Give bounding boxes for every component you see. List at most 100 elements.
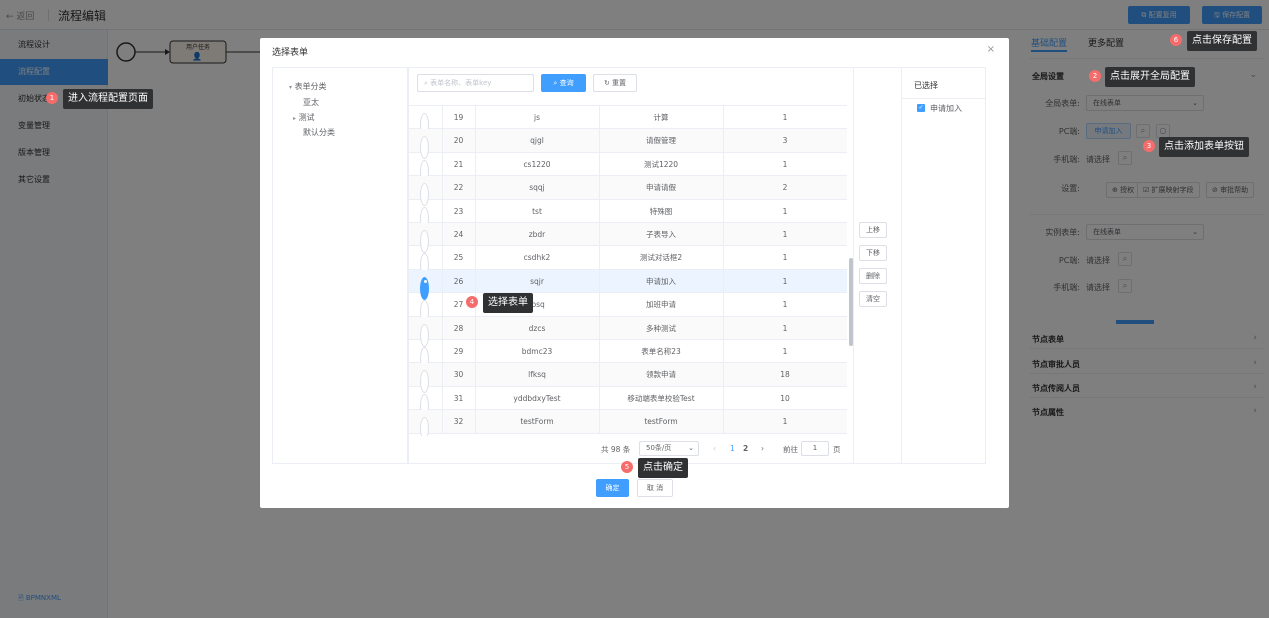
query-button[interactable]: ⌕ 查询 [541, 74, 586, 92]
goto-label: 前往 [783, 445, 798, 454]
row-index: 24 [453, 230, 464, 239]
confirm-button[interactable]: 确定 [596, 479, 629, 497]
selected-item: 申请加入 [930, 104, 962, 113]
step-badge-4: 4 [466, 296, 478, 308]
delete-button[interactable]: 删除 [859, 268, 887, 284]
row-form-name: 测试1220 [643, 159, 679, 169]
row-index: 22 [453, 183, 464, 193]
row-version-count: 2 [782, 183, 788, 193]
move-buttons: 上移 下移 删除 清空 [854, 67, 901, 464]
row-form-name: testForm [644, 417, 678, 427]
row-form-name: 请假管理 [646, 136, 676, 146]
row-form-name: 移动端表单校验Test [627, 393, 695, 403]
row-version-count: 1 [782, 206, 788, 216]
step-badge-2: 2 [1089, 70, 1101, 82]
step-tip-3: 点击添加表单按钮 [1159, 137, 1249, 157]
table-scrollbar[interactable] [849, 258, 853, 346]
row-form-key: yddbdxyTest [513, 393, 561, 403]
caret-down-icon: ▾ [289, 84, 293, 91]
close-icon[interactable]: × [987, 44, 995, 55]
step-tip-1: 进入流程配置页面 [63, 89, 153, 109]
search-icon: ⌕ [424, 79, 428, 87]
row-form-name: 测试对话框2 [639, 253, 683, 263]
row-index: 19 [453, 113, 464, 122]
row-version-count: 1 [782, 323, 788, 333]
row-index: 20 [453, 136, 464, 146]
page-unit: 页 [833, 445, 841, 454]
row-index: 28 [453, 323, 464, 333]
prev-page-icon[interactable]: ‹ [713, 444, 716, 453]
row-form-name: 计算 [653, 113, 669, 122]
row-form-name: 申请加入 [646, 276, 676, 286]
row-version-count: 1 [782, 113, 788, 122]
row-version-count: 1 [782, 159, 788, 169]
checkbox-checked[interactable]: ✓ [917, 104, 925, 112]
step-tip-6: 点击保存配置 [1187, 31, 1257, 51]
tree-node-default[interactable]: 默认分类 [303, 127, 335, 138]
row-version-count: 1 [782, 230, 788, 239]
selected-panel: 已选择 ✓ 申请加入 [901, 67, 986, 464]
step-badge-5: 5 [621, 461, 633, 473]
tree-node-root[interactable]: ▾ 表单分类 [289, 81, 327, 92]
tree-test-label: 测试 [298, 113, 315, 122]
row-form-key: sqjr [530, 276, 544, 286]
row-version-count: 3 [782, 136, 788, 146]
row-form-key: tst [532, 206, 542, 216]
search-input[interactable]: ⌕ 表单名称、表单key [417, 74, 534, 92]
page-size-value: 50条/页 [646, 444, 672, 452]
pager-total: 共 98 条 [601, 445, 631, 454]
row-form-name: 加班申请 [646, 300, 676, 310]
cancel-button[interactable]: 取 消 [637, 479, 673, 497]
clear-button[interactable]: 清空 [859, 291, 887, 307]
row-form-key: cs1220 [523, 159, 551, 169]
select-form-dialog: 选择表单 × ▾ 表单分类 亚太 ▸ 测试 默认分类 ⌕ 表单名称、表单key … [260, 38, 1009, 508]
page-size-select[interactable]: 50条/页 ⌄ [639, 441, 699, 456]
step-badge-3: 3 [1143, 140, 1155, 152]
row-version-count: 10 [780, 393, 790, 403]
dialog-title: 选择表单 [272, 48, 309, 58]
tree-node-test[interactable]: ▸ 测试 [293, 112, 315, 123]
row-form-name: 子表导入 [646, 230, 676, 239]
row-form-key: lfksq [528, 370, 546, 380]
category-tree: ▾ 表单分类 亚太 ▸ 测试 默认分类 [272, 67, 408, 464]
step-badge-6: 6 [1170, 34, 1182, 46]
column-divider [723, 106, 724, 434]
row-index: 31 [453, 393, 464, 403]
tree-node-apac[interactable]: 亚太 [303, 97, 319, 108]
row-form-key: js [534, 113, 540, 122]
column-divider [475, 106, 476, 434]
table-header [409, 98, 847, 106]
row-version-count: 1 [782, 276, 788, 286]
search-placeholder: 表单名称、表单key [430, 79, 492, 87]
tree-root-label: 表单分类 [294, 82, 327, 91]
row-version-count: 1 [782, 417, 788, 427]
row-form-name: 申请请假 [646, 183, 676, 193]
row-index: 32 [453, 417, 464, 427]
move-up-button[interactable]: 上移 [859, 222, 887, 238]
row-form-key: zbdr [528, 230, 546, 239]
row-form-key: testForm [520, 417, 554, 427]
row-form-key: qjgl [530, 136, 544, 146]
chevron-down-icon: ⌄ [688, 444, 694, 452]
page-1[interactable]: 1 [730, 444, 735, 453]
row-form-key: csdhk2 [523, 253, 551, 263]
row-form-name: 领款申请 [646, 370, 676, 380]
row-radio[interactable] [420, 417, 429, 436]
row-index: 23 [453, 206, 464, 216]
goto-page-input[interactable]: 1 [801, 441, 829, 456]
row-form-name: 多种测试 [646, 323, 676, 333]
page-2[interactable]: 2 [743, 444, 748, 453]
divider [902, 98, 985, 99]
row-version-count: 1 [782, 253, 788, 263]
row-form-key: dzcs [528, 323, 546, 333]
move-down-button[interactable]: 下移 [859, 245, 887, 261]
next-page-icon[interactable]: › [761, 444, 764, 453]
row-form-name: 特殊图 [649, 206, 673, 216]
reset-label: 重置 [612, 79, 627, 87]
column-divider [442, 106, 443, 434]
reset-button[interactable]: ↻ 重置 [593, 74, 637, 92]
row-version-count: 18 [780, 370, 790, 380]
row-form-key: sqqj [529, 183, 545, 193]
column-divider [599, 106, 600, 434]
form-table-panel: ⌕ 表单名称、表单key ⌕ 查询 ↻ 重置 19 js 计算 1 20 qjgl 请假管理… [408, 67, 854, 464]
